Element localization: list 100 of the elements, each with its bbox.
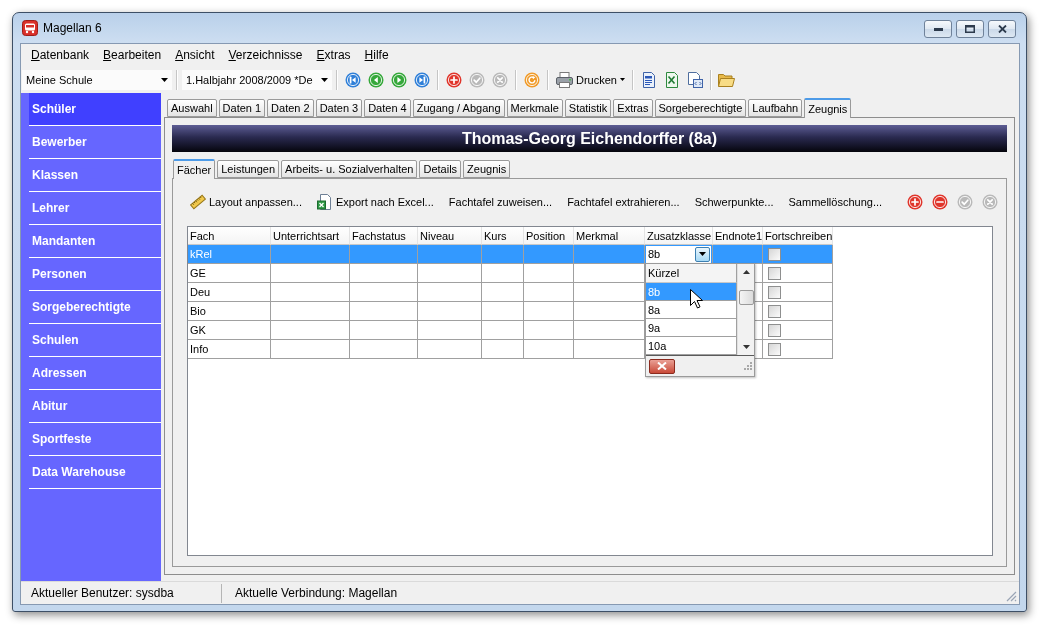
status-text: Aktueller Benutzer: sysdba — [21, 583, 222, 603]
sidebar-item[interactable]: Personen — [29, 258, 161, 291]
column-header: Niveau — [418, 227, 482, 245]
sidebar-item[interactable]: Lehrer — [29, 192, 161, 225]
tab[interactable]: Daten 2 — [267, 99, 314, 117]
sidebar-item[interactable]: Mandanten — [29, 225, 161, 258]
list-item[interactable]: 10a — [646, 337, 737, 355]
column-header: Unterrichtsart — [271, 227, 350, 245]
minus-icon — [932, 193, 949, 210]
tab[interactable]: Details — [419, 160, 462, 178]
checkbox[interactable] — [768, 247, 781, 261]
cancel-icon — [982, 193, 999, 210]
dropdown-button[interactable] — [695, 246, 710, 262]
tab[interactable]: Daten 1 — [218, 99, 266, 117]
column-header: Fortschreiben — [763, 227, 833, 245]
tab[interactable]: Statistik — [564, 99, 612, 117]
scroll-down-icon[interactable] — [742, 345, 750, 349]
sidebar-item[interactable]: Bewerber — [29, 126, 161, 159]
checkbox[interactable] — [768, 304, 781, 318]
tab[interactable]: Daten 4 — [364, 99, 411, 117]
folder-icon — [718, 72, 736, 87]
toolbar-button[interactable]: Export nach Excel... — [313, 190, 437, 213]
resize-grip-icon[interactable] — [1006, 591, 1017, 602]
list-header: Kürzel — [646, 264, 737, 283]
toolbar-button[interactable]: Schwerpunkte... — [691, 190, 777, 213]
maximize-button[interactable] — [956, 20, 984, 38]
column-header: Fachstatus — [350, 227, 418, 245]
plus-icon — [446, 71, 462, 88]
menu-item[interactable]: Verzeichnisse — [221, 46, 310, 64]
sidebar-item[interactable]: Klassen — [29, 159, 161, 192]
toolbar-button[interactable]: Layout anpassen... — [187, 190, 305, 213]
checkbox[interactable] — [768, 323, 781, 337]
cancel-icon — [492, 71, 508, 88]
menu-item[interactable]: Datenbank — [24, 46, 97, 64]
sidebar-item[interactable]: Data Warehouse — [29, 456, 161, 489]
tab[interactable]: Zeugnis — [804, 98, 852, 118]
term-combo[interactable]: 1.Halbjahr 2008/2009 *De — [182, 69, 332, 90]
table-cell — [524, 340, 574, 359]
caret-icon — [619, 78, 625, 81]
tab[interactable]: Daten 3 — [315, 99, 363, 117]
tab[interactable]: Leistungen — [217, 160, 280, 178]
school-combo[interactable]: Meine Schule — [22, 69, 172, 90]
clear-button[interactable] — [649, 358, 675, 374]
sidebar-item[interactable]: Abitur — [29, 390, 161, 423]
next-icon — [391, 71, 407, 88]
tab[interactable]: Merkmale — [506, 99, 563, 117]
app-logo-icon — [22, 20, 38, 36]
toolbar-button[interactable]: Fachtafel zuweisen... — [445, 190, 556, 213]
sidebar-item[interactable]: Schüler — [29, 93, 161, 126]
table-cell — [350, 340, 418, 359]
minimize-button[interactable] — [924, 20, 952, 38]
tab[interactable]: Zeugnis — [463, 160, 511, 178]
close-icon — [657, 362, 667, 370]
sidebar-item[interactable]: Adressen — [29, 357, 161, 390]
checkbox[interactable] — [768, 342, 781, 356]
sidebar-item[interactable]: Sportfeste — [29, 423, 161, 456]
refresh-icon — [524, 71, 540, 88]
class-combo-field[interactable]: 8b — [646, 245, 711, 263]
tab[interactable]: Auswahl — [167, 99, 217, 117]
sidebar-item[interactable]: Schulen — [29, 324, 161, 357]
tab[interactable]: Laufbahn — [748, 99, 803, 117]
checkbox[interactable] — [768, 266, 781, 280]
tab[interactable]: Extras — [613, 99, 653, 117]
list-item[interactable]: 9a — [646, 319, 737, 337]
document-icon — [686, 71, 703, 88]
tab[interactable]: Zugang / Abgang — [412, 99, 505, 117]
skip-forward-icon — [414, 71, 430, 88]
minimize-icon — [933, 27, 943, 31]
print-button[interactable]: Drucken — [553, 68, 628, 91]
window-title: Magellan 6 — [43, 21, 102, 35]
menu-item[interactable]: Hilfe — [357, 46, 396, 64]
previous-icon — [368, 71, 384, 88]
spreadsheet-icon — [316, 193, 333, 210]
close-button[interactable] — [988, 20, 1016, 38]
resize-grip-icon[interactable] — [744, 362, 752, 370]
skip-back-icon — [345, 71, 361, 88]
column-header: Kurs — [482, 227, 524, 245]
menu-item[interactable]: Ansicht — [168, 46, 222, 64]
close-icon — [997, 25, 1007, 33]
toolbar-button[interactable]: Sammellöschung... — [785, 190, 886, 213]
tab[interactable]: Arbeits- u. Sozialverhalten — [281, 160, 418, 178]
plus-icon — [907, 193, 924, 210]
menu-item[interactable]: Extras — [309, 46, 358, 64]
menu-item[interactable]: Bearbeiten — [96, 46, 169, 64]
checkbox[interactable] — [768, 285, 781, 299]
list-item[interactable]: 8a — [646, 301, 737, 319]
column-header: Endnote1 — [713, 227, 763, 245]
status-text: Aktuelle Verbindung: Magellan — [234, 585, 398, 602]
tab[interactable]: Fächer — [173, 159, 216, 179]
table-cell — [418, 340, 482, 359]
caret-icon — [321, 77, 328, 82]
maximize-icon — [965, 25, 975, 33]
tab[interactable]: Sorgeberechtigte — [654, 99, 747, 117]
table-row[interactable]: kRel 8b — [188, 245, 833, 264]
student-name-banner: Thomas-Georg Eichendorffer (8a) — [172, 125, 1007, 152]
toolbar-button[interactable]: Fachtafel extrahieren... — [564, 190, 683, 213]
scroll-thumb[interactable] — [738, 290, 754, 305]
column-header: Zusatzklasse — [645, 227, 713, 245]
scroll-up-icon[interactable] — [742, 270, 750, 274]
sidebar-item[interactable]: Sorgeberechtigte — [29, 291, 161, 324]
